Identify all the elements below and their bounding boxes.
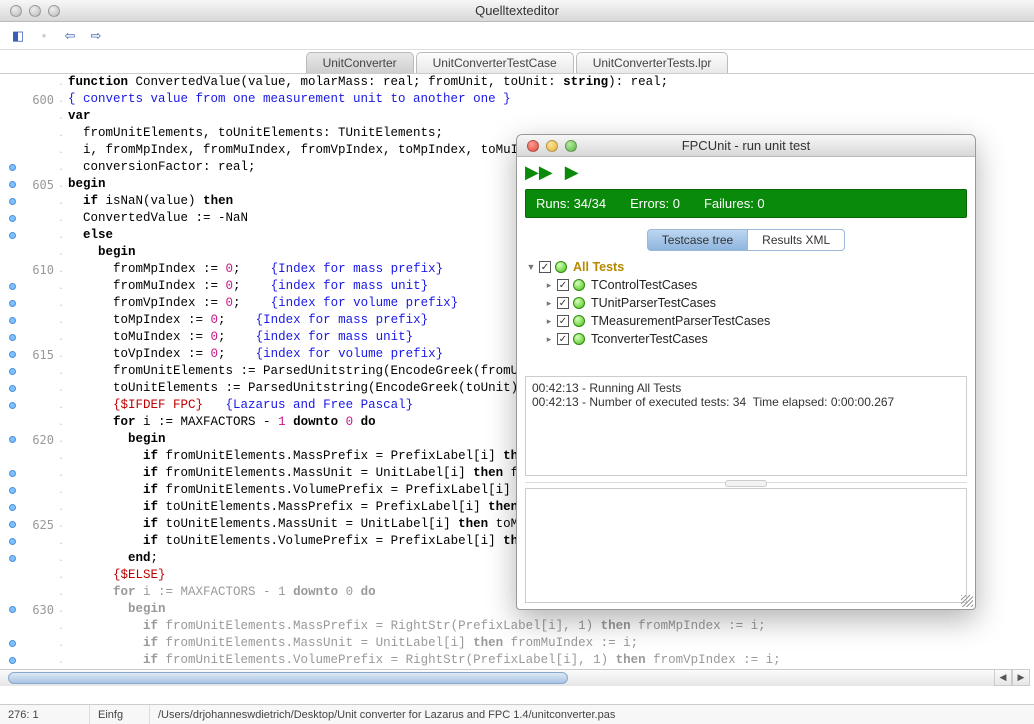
editor-toolbar: ◧ • ⇦ ⇨ (0, 22, 1034, 50)
status-mode: Einfg (90, 705, 150, 724)
popup-titlebar[interactable]: FPCUnit - run unit test (517, 135, 975, 157)
status-led-icon (555, 261, 567, 273)
run-icon[interactable]: ▶ (565, 162, 579, 183)
popup-tabs: Testcase treeResults XML (517, 226, 975, 254)
status-filepath: /Users/drjohanneswdietrich/Desktop/Unit … (150, 705, 1034, 724)
tree-label: TMeasurementParserTestCases (589, 314, 770, 328)
tree-item[interactable]: ▸✓ TControlTestCases (525, 276, 967, 294)
tree-item[interactable]: ▸✓ TMeasurementParserTestCases (525, 312, 967, 330)
tree-item[interactable]: ▸✓ TUnitParserTestCases (525, 294, 967, 312)
tab-2[interactable]: UnitConverterTests.lpr (576, 52, 729, 73)
status-led-icon (573, 333, 585, 345)
scroll-right-icon[interactable]: ▶ (1012, 669, 1030, 686)
popup-toolbar: ▶▶ ▶ (517, 157, 975, 187)
checkbox[interactable]: ✓ (557, 297, 569, 309)
statusbar: 276: 1 Einfg /Users/drjohanneswdietrich/… (0, 704, 1034, 724)
file-tabs: UnitConverterUnitConverterTestCaseUnitCo… (0, 50, 1034, 74)
test-log[interactable]: 00:42:13 - Running All Tests 00:42:13 - … (525, 376, 967, 476)
test-runner-window[interactable]: FPCUnit - run unit test ▶▶ ▶ Runs: 34/34… (516, 134, 976, 610)
gutter[interactable]: .600.....605.....610.....615.....620....… (0, 74, 64, 686)
tree-label: All Tests (571, 260, 624, 274)
nav-forward-icon[interactable]: ⇨ (88, 28, 104, 44)
status-failures: Failures: 0 (704, 196, 765, 211)
run-all-icon[interactable]: ▶▶ (525, 162, 553, 183)
splitter[interactable] (525, 482, 967, 488)
tab-0[interactable]: UnitConverter (306, 52, 414, 73)
status-position: 276: 1 (0, 705, 90, 724)
tree-item[interactable]: ▸✓ TconverterTestCases (525, 330, 967, 348)
editor-titlebar[interactable]: Quelltexteditor (0, 0, 1034, 22)
tree-label: TUnitParserTestCases (589, 296, 716, 310)
separator-icon: • (36, 28, 52, 44)
status-led-icon (573, 279, 585, 291)
status-runs: Runs: 34/34 (536, 196, 606, 211)
tree-label: TControlTestCases (589, 278, 697, 292)
status-led-icon (573, 315, 585, 327)
checkbox[interactable]: ✓ (557, 279, 569, 291)
tree-item[interactable]: ▼✓ All Tests (525, 258, 967, 276)
popup-title: FPCUnit - run unit test (517, 138, 975, 153)
horizontal-scrollbar[interactable] (0, 669, 1014, 686)
disclosure-icon[interactable]: ▸ (543, 298, 555, 309)
disclosure-icon[interactable]: ▼ (525, 262, 537, 272)
disclosure-icon[interactable]: ▸ (543, 316, 555, 327)
disclosure-icon[interactable]: ▸ (543, 334, 555, 345)
status-errors: Errors: 0 (630, 196, 680, 211)
details-pane[interactable] (525, 488, 967, 603)
disclosure-icon[interactable]: ▸ (543, 280, 555, 291)
tab-1[interactable]: UnitConverterTestCase (416, 52, 574, 73)
bookmark-icon[interactable]: ◧ (10, 28, 26, 44)
popup-tab-1[interactable]: Results XML (748, 229, 845, 251)
test-status-bar: Runs: 34/34 Errors: 0 Failures: 0 (525, 189, 967, 218)
status-led-icon (573, 297, 585, 309)
checkbox[interactable]: ✓ (557, 315, 569, 327)
tree-label: TconverterTestCases (589, 332, 708, 346)
nav-back-icon[interactable]: ⇦ (62, 28, 78, 44)
checkbox[interactable]: ✓ (539, 261, 551, 273)
scroll-left-icon[interactable]: ◀ (994, 669, 1012, 686)
test-tree[interactable]: ▼✓All Tests▸✓TControlTestCases▸✓TUnitPar… (525, 258, 967, 370)
popup-tab-0[interactable]: Testcase tree (647, 229, 748, 251)
editor-title: Quelltexteditor (0, 3, 1034, 18)
checkbox[interactable]: ✓ (557, 333, 569, 345)
scroll-thumb[interactable] (8, 672, 568, 684)
resize-handle-icon[interactable] (961, 595, 973, 607)
